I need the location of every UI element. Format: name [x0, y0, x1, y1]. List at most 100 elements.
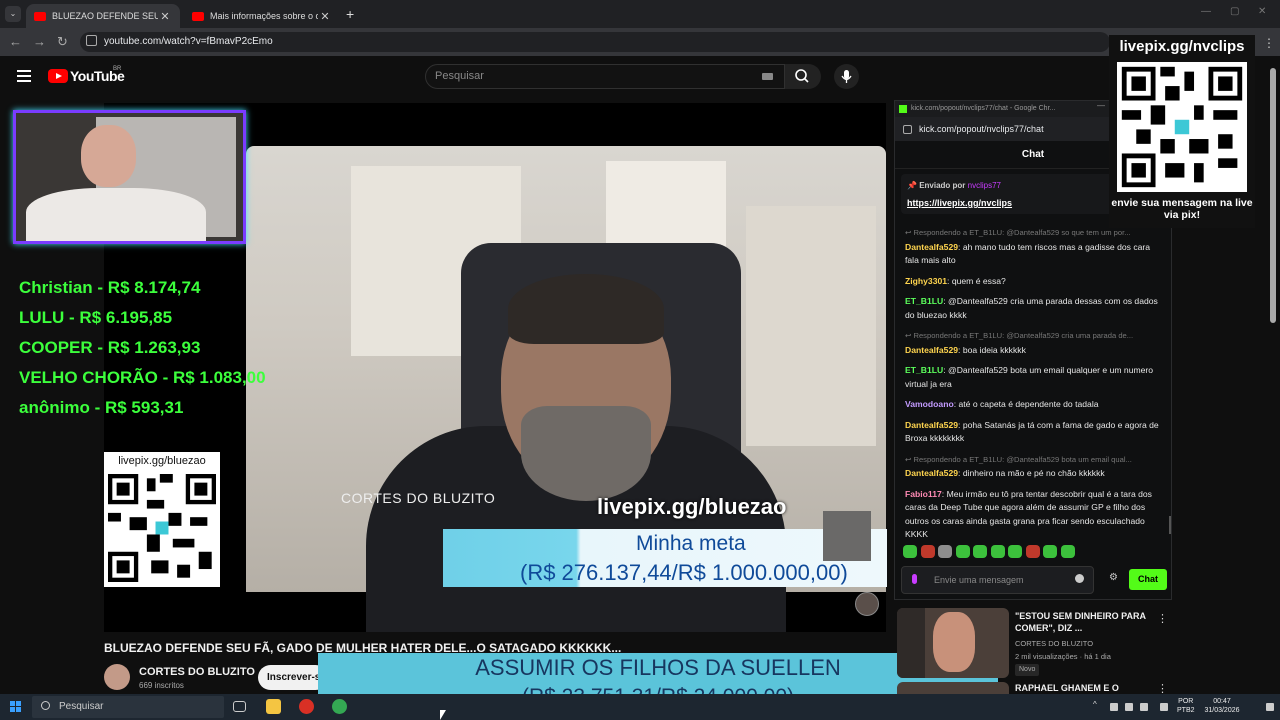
- emote-icon[interactable]: [973, 545, 987, 558]
- pinned-user[interactable]: nvclips77: [968, 181, 1001, 190]
- chat-username[interactable]: Vamodoano: [905, 399, 954, 409]
- donor-row: anônimo - R$ 593,31: [19, 398, 184, 417]
- chat-message: Vamodoano: até o capeta é dependente do …: [905, 399, 1099, 409]
- search-button[interactable]: [785, 64, 821, 89]
- taskbar-search-input[interactable]: Pesquisar: [32, 696, 224, 718]
- emote-icon[interactable]: [1043, 545, 1057, 558]
- chat-send-button[interactable]: Chat: [1129, 569, 1167, 590]
- more-options-icon[interactable]: ⋮: [1157, 612, 1168, 625]
- emote-icon[interactable]: [1008, 545, 1022, 558]
- hamburger-menu-icon[interactable]: [17, 70, 31, 82]
- pinned-link[interactable]: https://livepix.gg/nvclips: [907, 198, 1012, 208]
- microphone-icon: [841, 70, 852, 83]
- file-explorer-icon[interactable]: [266, 699, 281, 714]
- channel-name[interactable]: CORTES DO BLUZITO: [139, 666, 255, 678]
- donor-leaderboard: Christian - R$ 8.174,74 LULU - R$ 6.195,…: [19, 276, 266, 426]
- qr-code-icon: [1117, 62, 1247, 192]
- chat-message: Dantealfa529: boa ideia kkkkkk: [905, 344, 1026, 355]
- chat-username[interactable]: Zighy3301: [905, 276, 947, 286]
- tab-youtube-video[interactable]: BLUEZAO DEFENDE SEU FÃ, GA ✕: [26, 4, 180, 28]
- secondary-goal-title: ASSUMIR OS FILHOS DA SUELLEN: [475, 655, 841, 680]
- tab-mais-informacoes[interactable]: Mais informações sobre o caso ✕: [184, 4, 340, 28]
- qr-caption: envie sua mensagem na live via pix!: [1111, 197, 1253, 221]
- chrome-icon[interactable]: [299, 699, 314, 714]
- url-field[interactable]: youtube.com/watch?v=fBmavP2cEmo: [80, 32, 1110, 52]
- emote-icon[interactable]: [990, 545, 1005, 558]
- microphone-tray-icon[interactable]: [1110, 703, 1118, 711]
- chat-username[interactable]: Fabio117: [905, 489, 942, 499]
- back-button[interactable]: ←: [9, 34, 22, 49]
- emoji-icon[interactable]: [1075, 574, 1084, 583]
- recommendation-thumbnail[interactable]: [897, 682, 1009, 694]
- tab-close-icon[interactable]: ✕: [158, 10, 172, 23]
- maximize-window-icon[interactable]: ▢: [1230, 6, 1239, 17]
- windows-start-icon[interactable]: [10, 701, 22, 713]
- chat-message: Dantealfa529: poha Satanás ja tá com a f…: [905, 419, 1159, 444]
- input-language[interactable]: POR PTB2: [1177, 697, 1195, 715]
- task-view-icon[interactable]: [233, 701, 246, 712]
- emote-icon[interactable]: [938, 545, 952, 558]
- channel-avatar-watermark[interactable]: [855, 592, 879, 616]
- emote-icon[interactable]: [1025, 545, 1040, 558]
- clock[interactable]: 00:47 31/03/2026: [1199, 697, 1245, 715]
- site-info-icon[interactable]: [903, 125, 912, 134]
- search-input[interactable]: Pesquisar: [425, 64, 785, 89]
- emote-icon[interactable]: [903, 545, 917, 558]
- youtube-logo-icon[interactable]: [48, 69, 68, 83]
- chat-username[interactable]: ET_B1LU: [905, 365, 943, 375]
- recommendation-title[interactable]: RAPHAEL GHANEM E O: [1015, 682, 1153, 694]
- volume-icon[interactable]: [1140, 703, 1148, 711]
- voice-search-button[interactable]: [834, 64, 859, 89]
- chat-message: Dantealfa529: dinheiro na mão e pé no ch…: [905, 468, 1105, 478]
- emote-icon[interactable]: [1060, 545, 1075, 558]
- chat-message-list: ↩ Respondendo a ET_B1LU: @Dantealfa529 s…: [905, 226, 1160, 549]
- tab-list-button[interactable]: ⌄: [5, 6, 21, 22]
- chat-username[interactable]: Dantealfa529: [905, 420, 958, 430]
- reload-button[interactable]: ↻: [57, 34, 68, 50]
- network-icon[interactable]: [1125, 703, 1133, 711]
- gear-icon[interactable]: ⚙: [1109, 572, 1118, 583]
- chat-username[interactable]: ET_B1LU: [905, 296, 943, 306]
- emote-icon[interactable]: [920, 545, 935, 558]
- recommendation-channel[interactable]: CORTES DO BLUZITO: [1015, 639, 1093, 648]
- region-code: BR: [113, 66, 122, 72]
- tab-close-icon[interactable]: ✕: [318, 10, 332, 23]
- donor-row: LULU - R$ 6.195,85: [19, 308, 173, 327]
- new-tab-button[interactable]: +: [346, 6, 354, 22]
- chat-username[interactable]: Dantealfa529: [905, 242, 958, 252]
- browser-menu-icon[interactable]: ⋮: [1263, 36, 1275, 50]
- site-info-icon[interactable]: [86, 35, 97, 46]
- app-icon[interactable]: [332, 699, 347, 714]
- emote-icon[interactable]: [955, 545, 970, 558]
- donor-row: VELHO CHORÃO - R$ 1.083,00: [19, 368, 266, 387]
- chat-username[interactable]: Dantealfa529: [905, 468, 958, 478]
- chat-text: quem é essa?: [951, 275, 1006, 286]
- search-icon: [795, 69, 809, 83]
- chat-reply-context[interactable]: ↩ Respondendo a ET_B1LU: @Dantealfa529 s…: [905, 226, 1160, 240]
- recommendation-stats: 2 mil visualizações · há 1 dia: [1015, 652, 1111, 661]
- minimize-window-icon[interactable]: —: [1201, 6, 1211, 17]
- mouse-cursor-icon: [440, 710, 446, 720]
- recommendation-title[interactable]: "ESTOU SEM DINHEIRO PARA COMER", DIZ ...: [1015, 610, 1153, 634]
- chat-message-input[interactable]: Envie uma mensagem: [901, 566, 1094, 594]
- notifications-icon[interactable]: [1266, 703, 1274, 711]
- chat-message: Zighy3301: quem é essa?: [905, 275, 1006, 286]
- address-bar-row: ← → ↻ youtube.com/watch?v=fBmavP2cEmo: [0, 28, 1280, 56]
- forward-button[interactable]: →: [33, 34, 46, 49]
- keyboard-icon[interactable]: [762, 73, 773, 80]
- chat-scrollbar[interactable]: [1169, 516, 1171, 534]
- close-window-icon[interactable]: ✕: [1258, 6, 1266, 17]
- page-scrollbar[interactable]: [1270, 68, 1276, 323]
- pen-icon[interactable]: [1160, 703, 1168, 711]
- chat-username[interactable]: Dantealfa529: [905, 345, 958, 355]
- microphone-icon[interactable]: [912, 574, 917, 584]
- chat-reply-context[interactable]: ↩ Respondendo a ET_B1LU: @Dantealfa529 c…: [905, 329, 1160, 343]
- search-icon: [41, 701, 50, 710]
- youtube-favicon-icon: [34, 11, 46, 21]
- popout-minimize-icon[interactable]: —: [1097, 101, 1105, 110]
- chat-reply-context[interactable]: ↩ Respondendo a ET_B1LU: @Dantealfa529 b…: [905, 453, 1160, 467]
- recommendation-thumbnail[interactable]: [897, 608, 1009, 678]
- channel-avatar[interactable]: [104, 664, 130, 690]
- qr-code-livepix-nvclips: livepix.gg/nvclips envie sua mensagem na…: [1109, 35, 1255, 228]
- tray-overflow-icon[interactable]: ^: [1093, 700, 1101, 709]
